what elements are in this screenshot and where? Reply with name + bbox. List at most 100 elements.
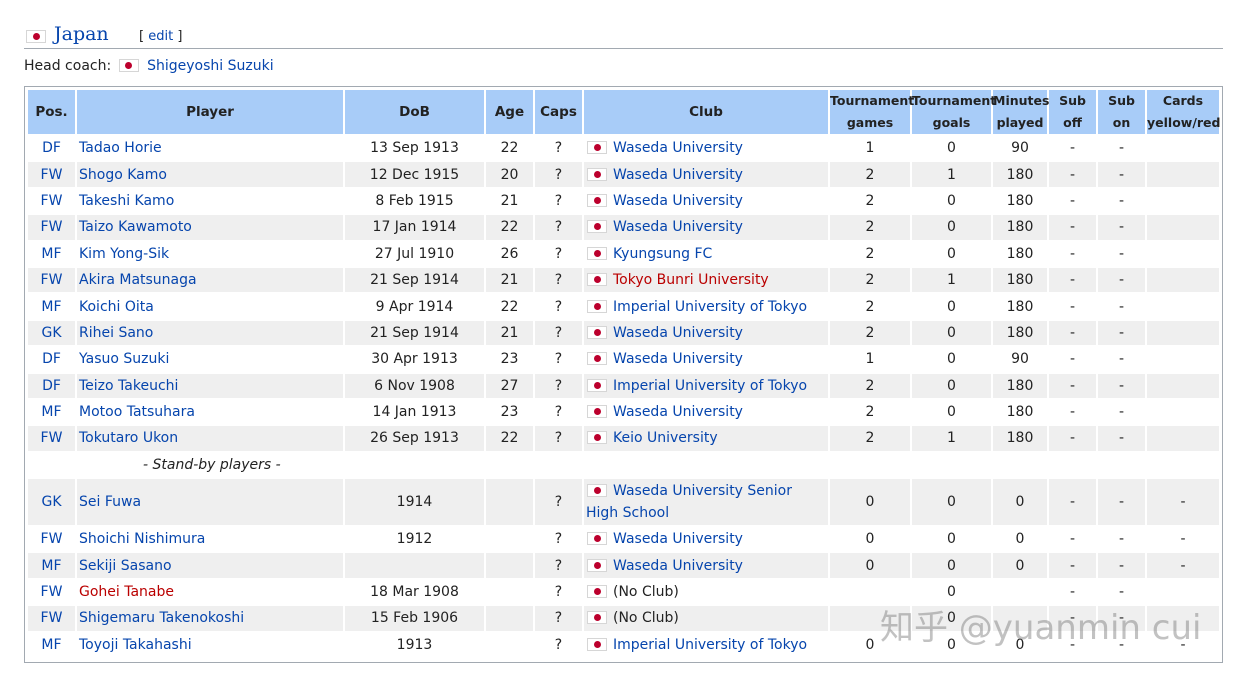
player-position[interactable]: FW (28, 579, 75, 605)
player-position[interactable]: GK (28, 479, 75, 526)
minutes-played: 180 (993, 188, 1047, 214)
tournament-games (830, 606, 910, 631)
club-link[interactable]: Imperial University of Tokyo (613, 378, 807, 394)
col-header-club[interactable]: Club (584, 90, 828, 134)
player-club-cell: Waseda University (584, 136, 828, 161)
club-link[interactable]: Waseda University (613, 219, 743, 235)
player-position[interactable]: FW (28, 267, 75, 293)
player-position[interactable]: FW (28, 188, 75, 214)
player-link[interactable]: Motoo Tatsuhara (79, 404, 195, 420)
col-header-games[interactable]: Tournament games (830, 90, 914, 134)
col-header-caps[interactable]: Caps (535, 90, 582, 134)
header-row: Pos. Player DoB Age Caps Club Tournament… (28, 90, 1221, 134)
player-position[interactable]: MF (28, 553, 75, 578)
sub-off: - (1049, 347, 1096, 372)
club-link[interactable]: Waseda University (613, 351, 743, 367)
club-link[interactable]: Imperial University of Tokyo (613, 637, 807, 653)
player-position[interactable]: MF (28, 294, 75, 319)
col-header-sub-on[interactable]: Sub on (1098, 90, 1145, 134)
table-row: FW Gohei Tanabe 18 Mar 1908? (No Club) 0 - - (28, 579, 1219, 605)
player-link[interactable]: Koichi Oita (79, 299, 154, 315)
sub-on: - (1098, 579, 1145, 605)
col-header-cards[interactable]: Cards yellow/red (1147, 90, 1221, 134)
tournament-games: 0 (830, 527, 910, 552)
minutes-played: 180 (993, 426, 1047, 451)
player-link[interactable]: Tadao Horie (79, 140, 162, 156)
player-position[interactable]: FW (28, 606, 75, 631)
club-link[interactable]: Tokyo Bunri University (613, 272, 769, 288)
club-link[interactable]: Imperial University of Tokyo (613, 299, 807, 315)
col-header-sub-off[interactable]: Sub off (1049, 90, 1096, 134)
head-coach-link[interactable]: Shigeyoshi Suzuki (147, 58, 274, 74)
sub-on: - (1098, 267, 1145, 293)
player-caps: ? (535, 294, 582, 319)
tournament-games: 1 (830, 136, 910, 161)
table-row: FW Akira Matsunaga 21 Sep 1914 21? Tokyo Bun… (28, 267, 1219, 293)
player-link[interactable]: Gohei Tanabe (79, 584, 174, 600)
player-position[interactable]: GK (28, 320, 75, 346)
sub-on: - (1098, 241, 1145, 266)
col-header-dob[interactable]: DoB (345, 90, 484, 134)
tournament-games: 2 (830, 267, 910, 293)
club-link[interactable]: Waseda University (613, 404, 743, 420)
cards (1147, 215, 1219, 240)
club-link[interactable]: Waseda University (613, 325, 743, 341)
club-link[interactable]: Waseda University (613, 193, 743, 209)
player-link[interactable]: Toyoji Takahashi (79, 637, 192, 653)
player-link[interactable]: Sekiji Sasano (79, 558, 172, 574)
player-position[interactable]: FW (28, 162, 75, 187)
club-link[interactable]: Waseda University Senior High School (586, 483, 792, 521)
player-position[interactable]: MF (28, 241, 75, 266)
player-position[interactable]: MF (28, 632, 75, 658)
player-position[interactable]: FW (28, 426, 75, 451)
player-link[interactable]: Yasuo Suzuki (79, 351, 169, 367)
player-name-cell: Gohei Tanabe (77, 579, 343, 605)
player-link[interactable]: Takeshi Kamo (79, 193, 174, 209)
player-link[interactable]: Shigemaru Takenokoshi (79, 610, 244, 626)
section-title[interactable]: Japan (54, 23, 109, 45)
club-link[interactable]: Keio University (613, 430, 718, 446)
tournament-games: 2 (830, 426, 910, 451)
player-position[interactable]: FW (28, 215, 75, 240)
col-header-pos[interactable]: Pos. (28, 90, 75, 134)
edit-link[interactable]: edit (148, 29, 173, 44)
club-link[interactable]: Waseda University (613, 531, 743, 547)
japan-flag-icon (26, 30, 46, 43)
player-position[interactable]: DF (28, 136, 75, 161)
player-link[interactable]: Tokutaro Ukon (79, 430, 178, 446)
minutes-played: 0 (993, 527, 1047, 552)
col-header-age[interactable]: Age (486, 90, 533, 134)
player-link[interactable]: Akira Matsunaga (79, 272, 197, 288)
player-link[interactable]: Kim Yong-Sik (79, 246, 169, 262)
head-coach-line: Head coach: Shigeyoshi Suzuki (24, 58, 274, 74)
tournament-games: 2 (830, 188, 910, 214)
tournament-goals: 0 (912, 373, 991, 398)
player-link[interactable]: Rihei Sano (79, 325, 153, 341)
player-link[interactable]: Sei Fuwa (79, 494, 141, 510)
player-name-cell: Kim Yong-Sik (77, 241, 343, 266)
club-link[interactable]: Waseda University (613, 140, 743, 156)
player-link[interactable]: Teizo Takeuchi (79, 378, 178, 394)
player-age: 22 (486, 136, 533, 161)
club-link[interactable]: Kyungsung FC (613, 246, 712, 262)
col-header-goals[interactable]: Tournament goals (912, 90, 996, 134)
player-position[interactable]: FW (28, 527, 75, 552)
club-link[interactable]: Waseda University (613, 167, 743, 183)
player-position[interactable]: DF (28, 347, 75, 372)
player-club-cell: Tokyo Bunri University (584, 267, 828, 293)
sub-off: - (1049, 294, 1096, 319)
col-header-minutes[interactable]: Minutes played (993, 90, 1049, 134)
sub-off: - (1049, 606, 1096, 631)
player-club-cell: Imperial University of Tokyo (584, 632, 828, 658)
player-position[interactable]: MF (28, 399, 75, 425)
player-position[interactable]: DF (28, 373, 75, 398)
player-link[interactable]: Taizo Kawamoto (79, 219, 192, 235)
player-dob: 27 Jul 1910 (345, 241, 484, 266)
japan-flag-icon (587, 246, 607, 260)
col-header-player[interactable]: Player (77, 90, 343, 134)
cards (1147, 579, 1219, 605)
club-link[interactable]: Waseda University (613, 558, 743, 574)
table-row: DF Tadao Horie 13 Sep 1913 22? Waseda Univer… (28, 136, 1219, 161)
player-link[interactable]: Shoichi Nishimura (79, 531, 205, 547)
player-link[interactable]: Shogo Kamo (79, 167, 167, 183)
